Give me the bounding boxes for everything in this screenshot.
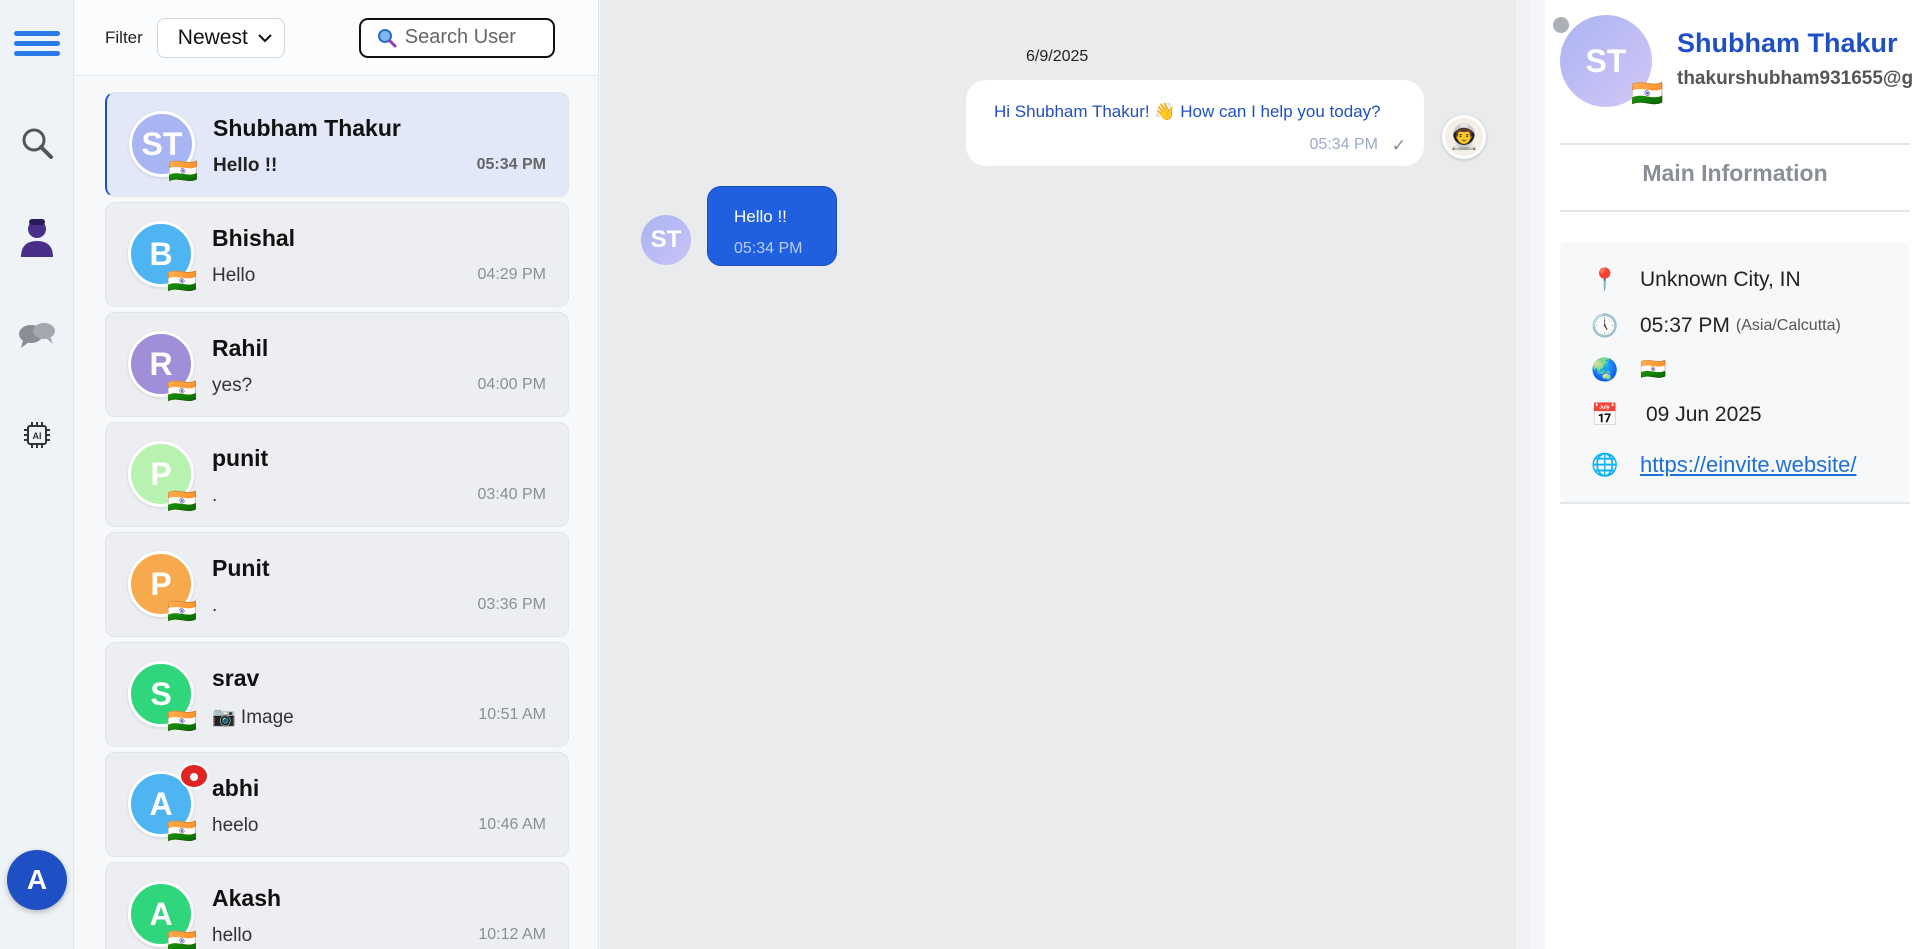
divider [1560, 143, 1910, 145]
india-flag-icon: 🇮🇳 [1631, 78, 1664, 108]
conversation-time: 04:00 PM [477, 376, 546, 393]
date-value: 09 Jun 2025 [1646, 403, 1762, 426]
status-dot [1553, 17, 1569, 33]
location-pin-icon: 📍 [1591, 267, 1619, 292]
web-globe-icon: 🌐 [1591, 452, 1619, 477]
country-flag-value: 🇮🇳 [1640, 358, 1667, 381]
svg-text:AI: AI [33, 431, 42, 441]
read-check-icon: ✓ [1391, 136, 1406, 155]
contact-email: thakurshubham931655@g [1677, 68, 1914, 89]
conversation-item[interactable]: B 🇮🇳 Bhishal Hello 04:29 PM [105, 202, 569, 307]
filter-label: Filter [105, 27, 143, 47]
divider [1560, 502, 1910, 504]
incoming-message-bubble: Hello !! 05:34 PM [707, 186, 837, 266]
divider [1560, 210, 1910, 212]
conversation-list-panel: Filter Newest ST🇮🇳Shubham ThakurHello !!… [75, 0, 599, 949]
conversation-time: 03:36 PM [477, 596, 546, 613]
contact-avatar: ST [641, 215, 691, 265]
conversation-item[interactable]: R 🇮🇳 Rahil yes? 04:00 PM [105, 312, 569, 417]
conversation-name: Rahil [212, 335, 269, 361]
list-header: Filter Newest [75, 0, 598, 76]
conversation-name: Punit [212, 555, 270, 581]
location-value: Unknown City, IN [1640, 268, 1801, 291]
conversation-last-message: heelo [212, 815, 259, 836]
timezone-value: (Asia/Calcutta) [1735, 317, 1841, 334]
conversation-last-message: Hello !! [213, 155, 278, 176]
contact-name: Shubham Thakur [1677, 28, 1898, 58]
conversation-item[interactable]: A 🇮🇳 Akash hello 10:12 AM [105, 862, 569, 949]
current-user-avatar[interactable]: A [7, 850, 67, 910]
conversation-name: srav [212, 665, 260, 691]
ai-chip-icon[interactable]: AI [12, 410, 62, 460]
calendar-icon: 📅 [1591, 402, 1619, 427]
local-time-value: 05:37 PM [1640, 314, 1730, 337]
country-row: 🌏 🇮🇳 [1590, 357, 1666, 383]
clock-icon: 🕔 [1591, 313, 1619, 338]
filter-select[interactable]: Newest [156, 17, 285, 58]
chevron-down-icon [258, 33, 272, 42]
conversation-time: 10:51 AM [478, 706, 546, 723]
india-flag-icon: 🇮🇳 [167, 598, 197, 625]
section-title: Main Information [1642, 160, 1828, 186]
website-link[interactable]: https://einvite.website/ [1640, 452, 1856, 478]
conversation-item[interactable]: A 🇮🇳 abhi heelo 10:46 AM [105, 752, 569, 857]
conversation-item[interactable]: P 🇮🇳 Punit. 03:36 PM [105, 532, 569, 637]
conversation-last-message: hello [212, 925, 253, 946]
contact-details-panel: ST 🇮🇳 Shubham Thakur thakurshubham931655… [1545, 0, 1914, 949]
date-row: 📅 09 Jun 2025 [1590, 402, 1762, 428]
website-row: 🌐 https://einvite.website/ [1590, 452, 1856, 478]
nav-rail: AI A [0, 0, 74, 949]
conversation-time: 05:34 PM [476, 156, 546, 173]
conversation-last-message: yes? [212, 375, 253, 396]
astronaut-avatar-icon: 👨‍🚀 [1442, 115, 1486, 159]
conversation-time: 03:40 PM [477, 486, 546, 503]
outgoing-message-bubble: Hi Shubham Thakur! 👋 How can I help you … [966, 80, 1424, 166]
conversation-name: Bhishal [212, 225, 296, 251]
india-flag-icon: 🇮🇳 [168, 158, 198, 185]
india-flag-icon: 🇮🇳 [167, 928, 197, 949]
conversation-last-message: . [212, 485, 218, 506]
conversation-name: Shubham Thakur [213, 115, 401, 141]
conversation-item[interactable]: ST 🇮🇳 Shubham Thakur Hello !! 05:34 PM [105, 92, 569, 197]
message-text: Hi Shubham Thakur! 👋 How can I help you … [994, 102, 1381, 121]
unread-badge [179, 763, 209, 789]
india-flag-icon: 🇮🇳 [167, 268, 197, 295]
india-flag-icon: 🇮🇳 [167, 488, 197, 515]
search-icon[interactable] [12, 118, 62, 168]
location-row: 📍 Unknown City, IN [1590, 267, 1801, 293]
search-box[interactable] [358, 17, 555, 58]
chat-bubbles-icon[interactable] [12, 312, 62, 362]
conversation-last-message: . [212, 595, 218, 616]
conversation-item[interactable]: S 🇮🇳 srav 📷 Image 10:51 AM [105, 642, 569, 747]
conversation-time: 04:29 PM [477, 266, 546, 283]
user-icon[interactable] [12, 212, 62, 262]
conversation-name: Akash [212, 885, 282, 911]
search-input[interactable] [404, 26, 545, 49]
chat-area: 6/9/2025 Hi Shubham Thakur! 👋 How can I … [600, 0, 1530, 949]
info-box: 📍 Unknown City, IN 🕔 05:37 PM (Asia/Calc… [1560, 242, 1910, 502]
conversation-item[interactable]: P 🇮🇳 punit. 03:40 PM [105, 422, 569, 527]
message-time: 05:34 PM [734, 240, 803, 257]
time-row: 🕔 05:37 PM (Asia/Calcutta) [1590, 313, 1841, 339]
menu-icon[interactable] [12, 18, 62, 68]
conversation-name: abhi [212, 775, 260, 801]
conversation-name: punit [212, 445, 269, 471]
conversation-time: 10:12 AM [478, 926, 546, 943]
conversation-time: 10:46 AM [478, 816, 546, 833]
conversation-last-message: 📷 Image [212, 707, 294, 728]
india-flag-icon: 🇮🇳 [167, 378, 197, 405]
message-time: 05:34 PM [1309, 136, 1378, 153]
chat-scrollbar[interactable] [1516, 0, 1530, 949]
globe-icon: 🌏 [1591, 357, 1619, 382]
chat-date-label: 6/9/2025 [1026, 48, 1089, 65]
conversation-last-message: Hello [212, 265, 256, 286]
message-text: Hello !! [734, 207, 787, 226]
filter-selected-value: Newest [177, 25, 248, 49]
india-flag-icon: 🇮🇳 [167, 708, 197, 735]
india-flag-icon: 🇮🇳 [167, 818, 197, 845]
search-icon [377, 28, 397, 47]
